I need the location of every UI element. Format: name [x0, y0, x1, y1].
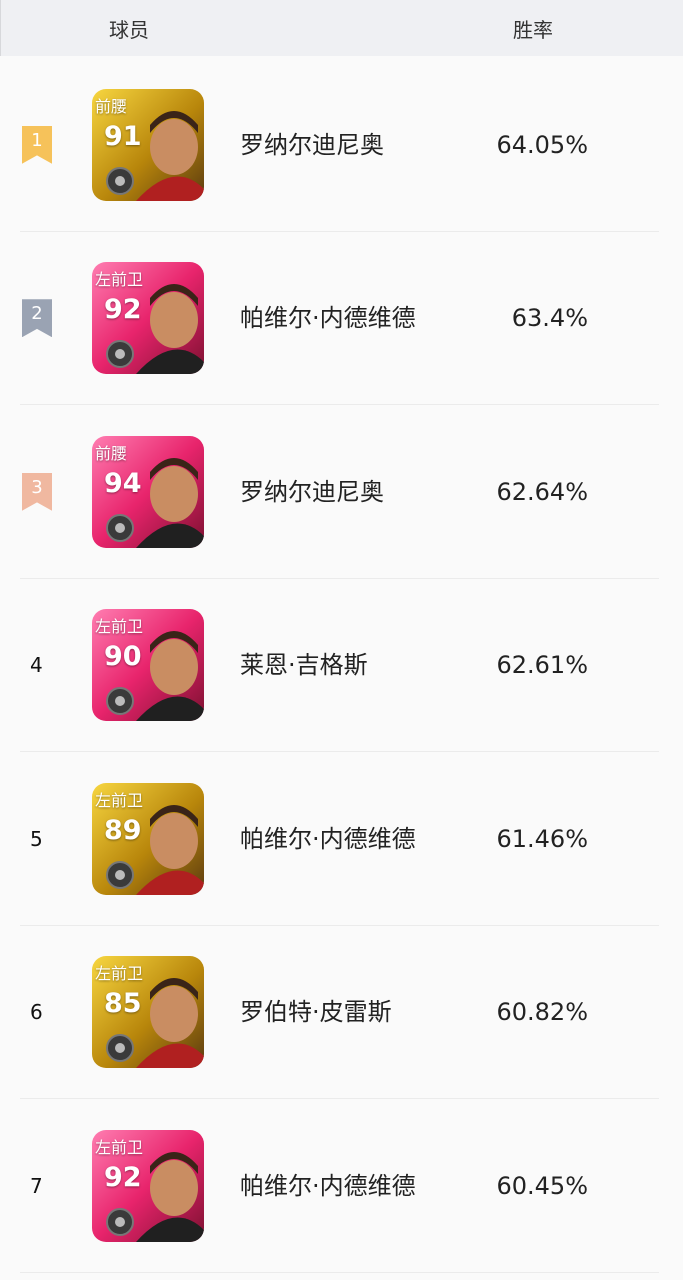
rank-number: 5	[30, 826, 43, 851]
card-rating: 89	[104, 814, 142, 846]
player-row[interactable]: 1 前腰 91 罗纳尔迪尼奥 64.05%	[0, 58, 683, 232]
player-card[interactable]: 左前卫 92	[92, 262, 204, 375]
player-row[interactable]: 7 左前卫 92 帕维尔·内德维德 60.45%	[0, 1099, 683, 1273]
rank-medal-bronze: 3	[22, 472, 52, 511]
rank-number: 6	[30, 1000, 43, 1025]
player-card[interactable]: 左前卫 89	[92, 782, 204, 895]
player-ranking-list: 1 前腰 91 罗纳尔迪尼奥 64.05% 2 左前卫 92 帕维尔·内德维德 …	[0, 58, 683, 1273]
player-name: 帕维尔·内德维德	[240, 824, 416, 853]
card-rating: 92	[104, 294, 142, 326]
rank-number: 7	[30, 1173, 43, 1198]
player-card[interactable]: 前腰 94	[92, 435, 204, 548]
player-row[interactable]: 5 左前卫 89 帕维尔·内德维德 61.46%	[0, 752, 683, 926]
player-winrate: 63.4%	[511, 304, 588, 333]
player-name: 帕维尔·内德维德	[240, 304, 416, 333]
player-name: 罗伯特·皮雷斯	[240, 998, 392, 1027]
player-winrate: 60.82%	[496, 998, 588, 1027]
card-position: 前腰	[95, 96, 128, 116]
player-name: 莱恩·吉格斯	[240, 651, 368, 680]
player-card[interactable]: 左前卫 92	[92, 1129, 204, 1242]
card-rating: 92	[104, 1161, 142, 1193]
column-header-winrate[interactable]: 胜率	[513, 14, 553, 43]
card-position: 左前卫	[95, 617, 144, 637]
table-header: 球员 胜率	[0, 0, 683, 56]
club-emblem-icon	[106, 166, 134, 195]
rank-medal-gold: 1	[22, 125, 52, 164]
player-winrate: 62.64%	[496, 477, 588, 506]
card-position: 左前卫	[95, 964, 144, 984]
rank-number: 4	[30, 653, 43, 678]
club-emblem-icon	[106, 513, 134, 542]
card-rating: 94	[104, 467, 142, 499]
player-row[interactable]: 2 左前卫 92 帕维尔·内德维德 63.4%	[0, 232, 683, 405]
player-card[interactable]: 左前卫 90	[92, 609, 204, 722]
row-divider	[20, 1271, 659, 1273]
player-row[interactable]: 4 左前卫 90 莱恩·吉格斯 62.61%	[0, 579, 683, 752]
club-emblem-icon	[106, 860, 134, 889]
card-position: 前腰	[95, 443, 128, 463]
player-winrate: 64.05%	[496, 130, 588, 159]
club-emblem-icon	[106, 1207, 134, 1236]
column-header-player[interactable]: 球员	[109, 14, 149, 43]
player-winrate: 61.46%	[496, 824, 588, 853]
player-winrate: 62.61%	[496, 651, 588, 680]
player-row[interactable]: 6 左前卫 85 罗伯特·皮雷斯 60.82%	[0, 926, 683, 1099]
player-card[interactable]: 前腰 91	[92, 88, 204, 201]
player-row[interactable]: 3 前腰 94 罗纳尔迪尼奥 62.64%	[0, 405, 683, 579]
player-winrate: 60.45%	[496, 1171, 588, 1200]
card-position: 左前卫	[95, 790, 144, 810]
card-rating: 85	[104, 988, 142, 1020]
player-card[interactable]: 左前卫 85	[92, 956, 204, 1069]
player-name: 帕维尔·内德维德	[240, 1171, 416, 1200]
card-rating: 91	[104, 120, 142, 152]
card-position: 左前卫	[95, 1137, 144, 1157]
player-name: 罗纳尔迪尼奥	[240, 130, 384, 159]
player-name: 罗纳尔迪尼奥	[240, 477, 384, 506]
rank-medal-silver: 2	[22, 299, 52, 338]
card-position: 左前卫	[95, 270, 144, 290]
card-rating: 90	[104, 641, 142, 673]
